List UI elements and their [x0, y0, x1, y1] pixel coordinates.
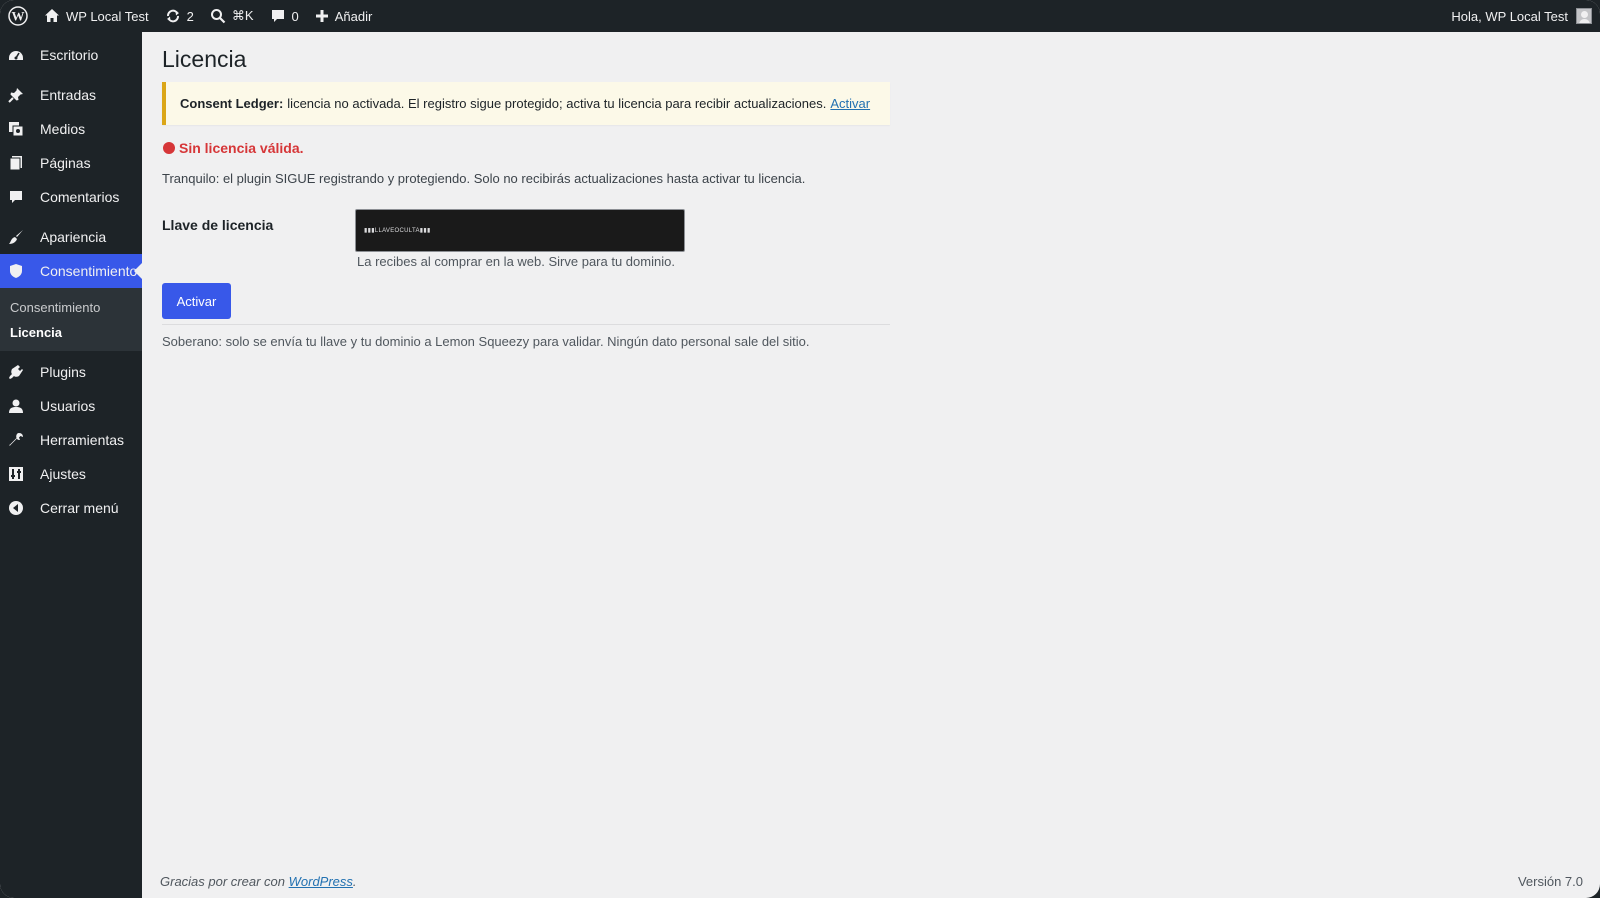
sidebar-item-consentimiento[interactable]: Consentimiento	[0, 254, 142, 288]
home-icon	[45, 9, 59, 22]
comments-icon	[8, 189, 24, 205]
license-description: Tranquilo: el plugin SIGUE registrando y…	[162, 171, 806, 186]
sidebar-item-apariencia[interactable]: Apariencia	[0, 220, 142, 254]
sidebar-item-label: Ajustes	[40, 466, 86, 482]
new-content-label: Añadir	[334, 8, 373, 24]
sidebar-item-label: Cerrar menú	[40, 500, 119, 516]
pin-icon	[8, 87, 24, 103]
search-button[interactable]: ⌘K	[202, 0, 262, 32]
status-dot-icon	[163, 142, 175, 154]
users-icon	[8, 398, 24, 414]
main-content: Licencia Consent Ledger: licencia no act…	[162, 32, 1582, 862]
license-warning-notice: Consent Ledger: licencia no activada. El…	[162, 82, 890, 125]
submenu-item-licencia[interactable]: Licencia	[0, 320, 142, 345]
notice-plugin-name: Consent Ledger:	[180, 96, 284, 111]
privacy-note: Soberano: solo se envía tu llave y tu do…	[162, 334, 810, 349]
sidebar-item-label: Medios	[40, 121, 86, 137]
sidebar-item-usuarios[interactable]: Usuarios	[0, 389, 142, 423]
new-content-button[interactable]: Añadir	[307, 0, 381, 32]
sidebar-item-label: Páginas	[40, 155, 91, 171]
site-name-label: WP Local Test	[66, 8, 149, 24]
shield-icon	[8, 263, 24, 279]
search-icon	[210, 9, 226, 24]
collapse-menu-button[interactable]: Cerrar menú	[0, 491, 142, 525]
sidebar-item-label: Entradas	[40, 87, 97, 103]
consentimiento-submenu: Consentimiento Licencia	[0, 288, 142, 351]
footer-wordpress-link[interactable]: WordPress	[289, 874, 353, 889]
footer-thanks-prefix: Gracias por crear con	[160, 874, 285, 889]
appearance-icon	[8, 229, 24, 245]
sidebar-item-ajustes[interactable]: Ajustes	[0, 457, 142, 491]
license-key-help: La recibes al comprar en la web. Sirve p…	[357, 254, 675, 269]
app-window: W WP Local Test 2 ⌘K 0 Añadir Hola, WP L…	[0, 0, 1600, 898]
sidebar-item-label: Usuarios	[40, 398, 96, 414]
sidebar-item-label: Comentarios	[40, 189, 120, 205]
wordpress-logo-button[interactable]: W	[0, 0, 36, 32]
sidebar-item-entradas[interactable]: Entradas	[0, 78, 142, 112]
sidebar-item-label: Escritorio	[40, 47, 99, 63]
media-icon	[8, 121, 24, 137]
updates-button[interactable]: 2	[157, 0, 202, 32]
license-key-value: ▮▮▮LLAVEOCULTA▮▮▮	[364, 228, 431, 234]
license-status: Sin licencia válida.	[162, 140, 304, 156]
license-key-label: Llave de licencia	[162, 217, 274, 233]
notice-activate-link[interactable]: Activar	[830, 96, 870, 111]
sidebar-item-paginas[interactable]: Páginas	[0, 146, 142, 180]
footer-thanks: Gracias por crear con WordPress.	[160, 874, 357, 889]
site-name-link[interactable]: WP Local Test	[36, 0, 157, 32]
activate-button[interactable]: Activar	[162, 283, 231, 319]
avatar	[1576, 8, 1592, 24]
dashboard-icon	[8, 47, 24, 63]
submenu-item-consentimiento[interactable]: Consentimiento	[0, 295, 142, 320]
updates-icon	[166, 9, 179, 23]
sidebar-item-label: Consentimiento	[40, 263, 138, 279]
collapse-icon	[8, 500, 24, 516]
svg-text:W: W	[12, 9, 25, 24]
sidebar-item-plugins[interactable]: Plugins	[0, 355, 142, 389]
admin-bar: W WP Local Test 2 ⌘K 0 Añadir Hola, WP L…	[0, 0, 1600, 32]
comment-bubble-icon	[271, 10, 284, 22]
sidebar-item-comentarios[interactable]: Comentarios	[0, 180, 142, 214]
tools-icon	[8, 432, 24, 448]
footer-thanks-suffix: .	[352, 874, 357, 889]
comments-button[interactable]: 0	[262, 0, 307, 32]
sidebar-item-medios[interactable]: Medios	[0, 112, 142, 146]
sidebar-item-label: Herramientas	[40, 432, 125, 448]
plus-icon	[315, 10, 328, 22]
admin-sidebar: Escritorio Entradas Medios Páginas Comen…	[0, 32, 142, 898]
plugins-icon	[8, 364, 24, 380]
divider	[162, 324, 890, 325]
sidebar-item-herramientas[interactable]: Herramientas	[0, 423, 142, 457]
search-shortcut: ⌘K	[231, 8, 254, 23]
sidebar-item-escritorio[interactable]: Escritorio	[0, 38, 142, 72]
footer-version: Versión 7.0	[1517, 874, 1583, 889]
license-key-input[interactable]: ▮▮▮LLAVEOCULTA▮▮▮	[355, 209, 685, 252]
pages-icon	[8, 155, 24, 171]
wordpress-logo-icon: W	[8, 6, 28, 26]
status-text: Sin licencia válida.	[179, 140, 304, 156]
page-title: Licencia	[162, 46, 247, 72]
sidebar-item-label: Apariencia	[40, 229, 107, 245]
greeting-label: Hola, WP Local Test	[1451, 8, 1568, 24]
comments-count: 0	[291, 8, 299, 24]
sidebar-item-label: Plugins	[40, 364, 86, 380]
updates-count: 2	[186, 8, 194, 24]
settings-icon	[8, 466, 24, 482]
account-menu[interactable]: Hola, WP Local Test	[1443, 0, 1600, 32]
notice-text: licencia no activada. El registro sigue …	[287, 96, 827, 111]
